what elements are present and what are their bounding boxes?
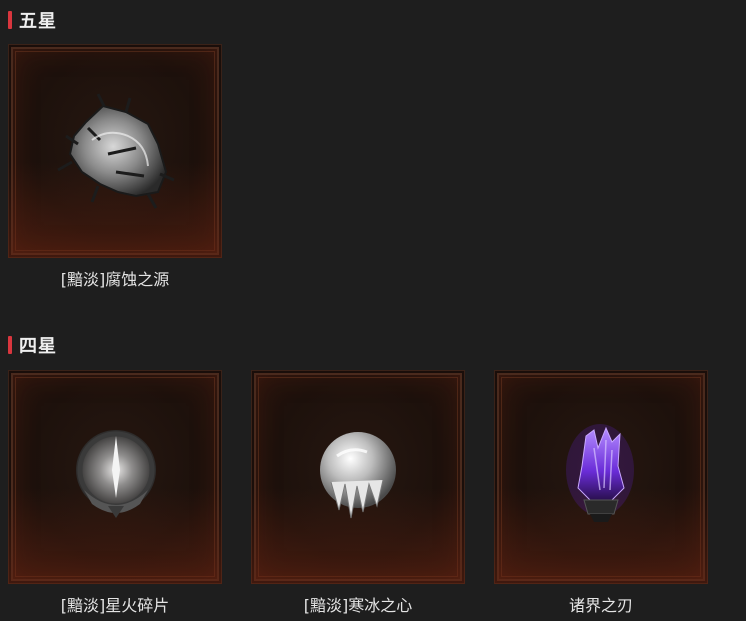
section-title: 五星 <box>19 11 57 32</box>
section-header-four-star: 四星 <box>8 334 57 357</box>
item-frame[interactable] <box>251 370 465 584</box>
item-name[interactable]: [黯淡]星火碎片 <box>8 592 222 616</box>
section-header-five-star: 五星 <box>8 9 57 32</box>
item-name[interactable]: [黯淡]寒冰之心 <box>251 592 465 616</box>
item-name[interactable]: 诸界之刃 <box>494 592 708 616</box>
accent-bar <box>8 11 12 29</box>
item-card[interactable]: 诸界之刃 <box>494 370 708 615</box>
section-title: 四星 <box>19 336 57 357</box>
item-card[interactable]: [黯淡]寒冰之心 <box>251 370 465 615</box>
accent-bar <box>8 336 12 354</box>
item-frame[interactable] <box>8 44 222 258</box>
frost-heart-icon <box>320 432 396 519</box>
starfire-shard-icon <box>76 430 156 518</box>
item-frame[interactable] <box>494 370 708 584</box>
corrupted-source-icon <box>57 93 175 209</box>
item-card[interactable]: [黯淡]腐蚀之源 <box>8 44 222 289</box>
item-frame[interactable] <box>8 370 222 584</box>
item-name[interactable]: [黯淡]腐蚀之源 <box>8 266 222 290</box>
realm-blade-icon <box>566 424 634 522</box>
item-card[interactable]: [黯淡]星火碎片 <box>8 370 222 615</box>
